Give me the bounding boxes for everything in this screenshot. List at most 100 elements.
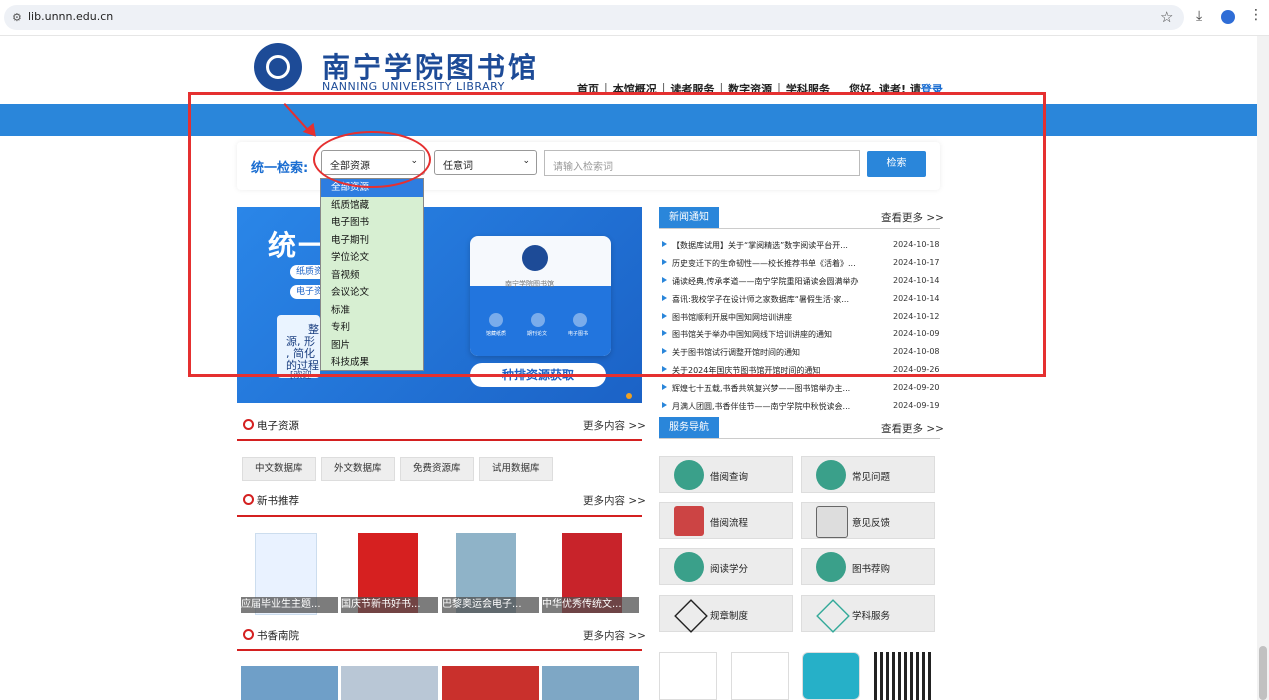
dropdown-option[interactable]: 电子图书: [321, 214, 423, 232]
download-icon[interactable]: ⤓: [1196, 8, 1202, 24]
section-divider: [237, 439, 642, 441]
section-divider: [237, 649, 642, 651]
book-caption[interactable]: 中华优秀传统文...: [542, 597, 639, 613]
ebook-icon: [573, 313, 587, 327]
highlight-oval: [313, 131, 431, 188]
news-item[interactable]: 诵读经典,传承孝道——南宁学院重阳诵读会圆满举办 2024-10-14: [662, 273, 942, 291]
services-tab[interactable]: 服务导航: [659, 417, 719, 438]
db-tab-chinese[interactable]: 中文数据库: [242, 457, 316, 481]
banner-headline: 统一: [268, 229, 329, 262]
address-bar[interactable]: [4, 5, 1184, 30]
library-logo-icon[interactable]: [254, 43, 302, 91]
news-list: 【数据库试用】关于“掌阅精选”数字阅读平台开... 2024-10-18 历史变迁…: [662, 237, 942, 416]
dropdown-option[interactable]: 纸质馆藏: [321, 197, 423, 215]
news-item[interactable]: 喜讯:我校学子在设计师之家数据库“暑假生活·家... 2024-10-14: [662, 291, 942, 309]
qr-code-icon[interactable]: [874, 652, 932, 700]
event-photo[interactable]: [442, 666, 539, 700]
news-item[interactable]: 历史变迁下的生命韧性——校长推荐书单《活着》... 2024-10-17: [662, 255, 942, 273]
dropdown-option[interactable]: 标准: [321, 302, 423, 320]
dropdown-option[interactable]: 电子期刊: [321, 232, 423, 250]
banner-library-name: 南宁学院图书馆: [505, 280, 554, 288]
service-reading-credit[interactable]: 阅读学分: [659, 548, 793, 585]
search-button[interactable]: 检索: [867, 151, 926, 177]
nav-about[interactable]: 本馆概况: [613, 81, 657, 97]
event-photo[interactable]: [341, 666, 438, 700]
service-book-recommend[interactable]: 图书荐购: [801, 548, 935, 585]
services-more-link[interactable]: 查看更多 >>: [881, 421, 944, 436]
news-item[interactable]: 关于2024年国庆节图书馆开馆时间的通知 2024-09-26: [662, 362, 942, 380]
user-greeting: 您好, 读者! 请登录: [849, 83, 943, 96]
carousel-dot[interactable]: [626, 393, 632, 399]
dropdown-option[interactable]: 音视频: [321, 267, 423, 285]
db-tab-trial[interactable]: 试用数据库: [479, 457, 553, 481]
logo-subtitle: NANNING UNIVERSITY LIBRARY: [322, 80, 505, 93]
dropdown-option[interactable]: 会议论文: [321, 284, 423, 302]
event-photo[interactable]: [241, 666, 338, 700]
url-text[interactable]: lib.unnn.edu.cn: [28, 10, 113, 23]
news-divider: [659, 228, 940, 229]
book-caption[interactable]: 应届毕业生主题...: [241, 597, 338, 613]
library-seal-icon: [522, 245, 548, 271]
dropdown-option[interactable]: 科技成果: [321, 354, 423, 372]
rules-diamond-icon: [674, 599, 708, 633]
eresources-title: 电子资源: [243, 418, 299, 433]
event-photo[interactable]: [542, 666, 639, 700]
search-input[interactable]: 请输入检索词: [544, 150, 860, 176]
services-divider: [659, 438, 940, 439]
browser-toolbar: ⚙ lib.unnn.edu.cn ☆ ⤓ ⋮: [0, 0, 1269, 36]
book-recommend-icon: [816, 552, 846, 582]
db-tab-free[interactable]: 免费资源库: [400, 457, 474, 481]
search-field-select[interactable]: 任意词 ⌄: [434, 150, 537, 175]
newbooks-title: 新书推荐: [243, 493, 299, 508]
login-link[interactable]: 登录: [921, 83, 943, 96]
paper-collection-icon: [489, 313, 503, 327]
service-faq[interactable]: 常见问题: [801, 456, 935, 493]
service-rules[interactable]: 规章制度: [659, 595, 793, 633]
journal-article-icon: [531, 313, 545, 327]
news-item[interactable]: 图书馆顺利开展中国知网培训讲座 2024-10-12: [662, 309, 942, 327]
db-tab-foreign[interactable]: 外文数据库: [321, 457, 395, 481]
feedback-icon: [816, 506, 848, 538]
nav-subject-services[interactable]: 学科服务: [786, 81, 830, 97]
nav-reader-services[interactable]: 读者服务: [670, 81, 714, 97]
shuxiang-more-link[interactable]: 更多内容 >>: [583, 628, 646, 643]
blue-banner-band: [0, 104, 1257, 136]
eresources-more-link[interactable]: 更多内容 >>: [583, 418, 646, 433]
news-item[interactable]: 关于图书馆试行调整开馆时间的通知 2024-10-08: [662, 344, 942, 362]
site-info-icon[interactable]: ⚙: [12, 11, 22, 24]
section-divider: [237, 515, 642, 517]
service-borrow-process[interactable]: 借阅流程: [659, 502, 793, 539]
page-scrollbar[interactable]: [1257, 36, 1269, 700]
news-more-link[interactable]: 查看更多 >>: [881, 210, 944, 225]
news-item[interactable]: 图书馆关于举办中国知网线下培训讲座的通知 2024-10-09: [662, 326, 942, 344]
book-caption[interactable]: 巴黎奥运会电子...: [442, 597, 539, 613]
umbrella-icon[interactable]: [731, 652, 789, 700]
reader-figure-icon[interactable]: [659, 652, 717, 700]
book-caption[interactable]: 国庆节新书好书...: [341, 597, 438, 613]
news-tab[interactable]: 新闻通知: [659, 207, 719, 228]
subject-diamond-icon: [816, 599, 850, 633]
service-feedback[interactable]: 意见反馈: [801, 502, 935, 539]
news-item[interactable]: 月满人团圆,书香伴佳节——南宁学院中秋悦读会... 2024-09-19: [662, 398, 942, 416]
service-subject[interactable]: 学科服务: [801, 595, 935, 633]
dropdown-option[interactable]: 图片: [321, 337, 423, 355]
shuxiang-title: 书香南院: [243, 628, 299, 643]
top-navigation: 首页 | 本馆概况 | 读者服务 | 数字资源 | 学科服务: [577, 81, 830, 97]
newbooks-more-link[interactable]: 更多内容 >>: [583, 493, 646, 508]
search-label: 统一检索:: [251, 161, 309, 176]
dropdown-option[interactable]: 专利: [321, 319, 423, 337]
nav-home[interactable]: 首页: [577, 81, 599, 97]
nav-digital-resources[interactable]: 数字资源: [728, 81, 772, 97]
resource-dropdown-list: 全部资源 纸质馆藏 电子图书 电子期刊 学位论文 音视频 会议论文 标准 专利 …: [320, 178, 424, 371]
profile-avatar-icon[interactable]: [1221, 10, 1235, 24]
question-person-icon: [816, 460, 846, 490]
service-borrow-query[interactable]: 借阅查询: [659, 456, 793, 493]
browser-menu-icon[interactable]: ⋮: [1249, 7, 1263, 23]
dropdown-option[interactable]: 学位论文: [321, 249, 423, 267]
news-item[interactable]: 【数据库试用】关于“掌阅精选”数字阅读平台开... 2024-10-18: [662, 237, 942, 255]
banner-cta-button[interactable]: 种排资源获取: [470, 363, 606, 387]
news-item[interactable]: 辉煌七十五载,书香共筑复兴梦——图书馆举办主... 2024-09-20: [662, 380, 942, 398]
app-icon[interactable]: [802, 652, 860, 700]
scrollbar-thumb[interactable]: [1259, 646, 1267, 700]
bookmark-star-icon[interactable]: ☆: [1160, 8, 1173, 26]
